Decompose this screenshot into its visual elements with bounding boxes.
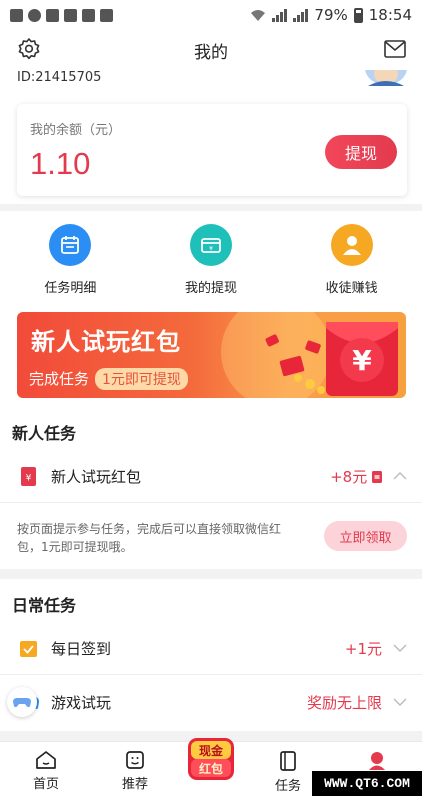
task-description: 按页面提示参与任务，完成后可以直接领取微信红包，1元即可提现哦。 [17,522,282,554]
mail-icon[interactable] [384,40,406,58]
tab-cash-red-packet[interactable]: 现金 红包 [176,736,246,791]
svg-text:¥: ¥ [26,473,32,483]
action-task-details[interactable]: 任务明细 [0,211,141,303]
user-id: ID:21415705 [17,70,102,85]
svg-text:¥: ¥ [352,344,372,377]
notification-icon [64,8,77,22]
action-label: 我的提现 [185,281,238,296]
red-envelope-icon [372,470,382,483]
balance-card: 我的余额（元） 1.10 提现 [17,104,407,196]
task-label: 新人试玩红包 [51,467,142,486]
wallet-icon: ¥ [190,224,232,266]
battery-icon [353,7,363,23]
red-envelope-illustration: ¥ [221,312,398,398]
daily-tasks-section: 日常任务 每日签到 +1元 游戏试玩 奖励无上限 [0,579,422,731]
wifi-icon [251,9,266,21]
watermark: WWW.QT6.COM [312,771,422,796]
divider [0,502,422,503]
tasks-icon [280,751,296,771]
red-envelope-icon: ¥ [21,466,36,486]
newbie-tasks-section: 新人任务 ¥ 新人试玩红包 +8元 按页面提示参与任务，完成后可以直接领取微信红… [0,406,422,569]
tab-recommend[interactable]: 推荐 [100,742,170,796]
divider [0,674,422,675]
notification-icon [46,8,59,22]
tab-label: 推荐 [121,777,148,792]
task-reward: +8元 [330,466,382,487]
signal-icon [272,8,288,22]
section-title: 日常任务 [12,596,77,615]
task-row-newbie[interactable]: ¥ 新人试玩红包 +8元 [0,450,422,502]
section-title: 新人任务 [12,424,77,443]
checkin-icon [20,640,37,657]
header: 我的 ID:21415705 [0,30,422,100]
task-label: 游戏试玩 [51,693,112,712]
chevron-up-icon[interactable] [393,469,407,483]
signal-icon [293,8,309,22]
svg-text:¥: ¥ [209,246,213,253]
claim-button[interactable]: 立即领取 [324,521,407,551]
badge-text-bottom: 红包 [199,761,223,776]
recommend-icon [126,751,144,769]
profile-icon [369,752,385,770]
balance-label: 我的余额（元） [30,123,122,138]
screen: 79% 18:54 我的 ID:21415705 我的余额（元） 1.10 提现 [0,0,422,796]
avatar[interactable] [364,70,408,86]
task-row-game[interactable]: 游戏试玩 奖励无上限 [0,676,422,728]
action-my-withdrawals[interactable]: ¥ 我的提现 [141,211,282,303]
calendar-icon [49,224,92,266]
notification-icon [82,8,95,22]
tab-label: 首页 [32,777,59,792]
promo-banner[interactable]: 新人试玩红包 完成任务 1元即可提现 ¥ [17,312,406,398]
notification-icon [28,8,41,22]
task-reward: +1元 [344,639,382,658]
banner-highlight: 1元即可提现 [95,368,188,390]
task-row-checkin[interactable]: 每日签到 +1元 [0,622,422,674]
red-packet-badge-icon: 现金 红包 [188,738,234,780]
image-icon [100,8,113,22]
action-label: 收徒赚钱 [325,281,378,296]
page-title: 我的 [194,43,228,63]
badge-text-top: 现金 [199,743,224,758]
banner-subtitle-text: 完成任务 [29,370,90,388]
notification-icons [10,8,113,22]
banner-section: 新人试玩红包 完成任务 1元即可提现 ¥ [0,303,422,406]
floating-game-button[interactable] [7,687,37,717]
quick-actions: 任务明细 ¥ 我的提现 收徒赚钱 [0,211,422,303]
tab-home[interactable]: 首页 [11,742,81,796]
battery-percent: 79% [314,6,348,24]
balance-amount: 1.10 [30,146,91,181]
action-label: 任务明细 [44,281,97,296]
chevron-down-icon[interactable] [393,695,407,709]
user-icon [330,224,373,266]
status-bar: 79% 18:54 [0,0,422,30]
action-invite-earn[interactable]: 收徒赚钱 [281,211,422,303]
clock: 18:54 [368,6,412,24]
withdraw-button[interactable]: 提现 [325,135,397,169]
gamepad-icon [13,698,31,708]
task-reward: 奖励无上限 [306,693,382,712]
task-reward-text: +8元 [330,467,368,486]
home-icon [36,751,56,769]
notification-icon [10,8,23,22]
chevron-down-icon[interactable] [393,641,407,655]
banner-subtitle: 完成任务 1元即可提现 [29,368,188,390]
balance-section: 我的余额（元） 1.10 提现 [0,100,422,204]
task-label: 每日签到 [51,639,112,658]
banner-title: 新人试玩红包 [31,328,181,356]
tab-label: 任务 [274,779,301,794]
